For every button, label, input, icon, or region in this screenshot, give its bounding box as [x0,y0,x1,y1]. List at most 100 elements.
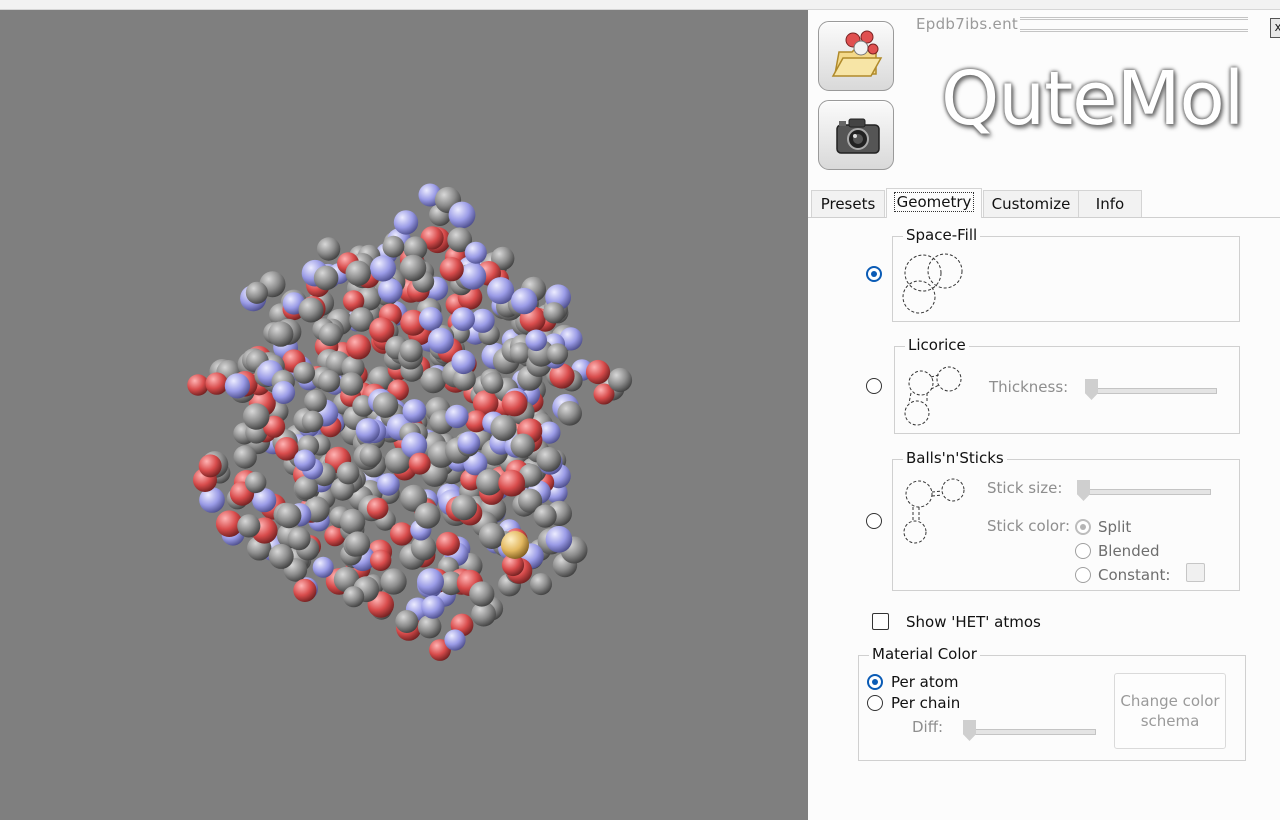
oxygen-atom [293,578,317,603]
close-button[interactable]: x [1270,18,1280,38]
carbon-atom [268,321,294,347]
carbon-atom [414,502,441,529]
oxygen-atom [439,257,464,282]
nitrogen-atom [451,349,476,375]
licorice-group: Licorice Thickness: [894,336,1240,434]
stick-color-split-radio[interactable] [1075,519,1091,535]
per-atom-label: Per atom [891,673,959,691]
window-top-strip [0,0,1280,10]
carbon-atom [382,235,405,258]
per-atom-radio[interactable] [867,674,883,690]
nitrogen-atom [445,404,469,429]
carbon-atom [372,392,399,418]
app-logo: QuteMol [941,56,1244,142]
oxygen-atom [436,531,460,556]
oxygen-atom [370,549,392,571]
per-chain-radio[interactable] [867,695,883,711]
tab-customize[interactable]: Customize [983,190,1079,217]
tab-info-label: Info [1095,195,1125,213]
carbon-atom [533,504,557,528]
licorice-radio[interactable] [866,378,882,394]
show-het-checkbox[interactable] [872,613,889,630]
nitrogen-atom [293,449,316,472]
file-name: Epdb7ibs.ent [916,15,1019,33]
balls-sticks-preview-icon [903,478,965,544]
nitrogen-atom [393,210,419,235]
nitrogen-atom [418,307,443,331]
control-panel: Epdb7ibs.ent x QuteMol Presets Geometry … [808,10,1280,820]
stick-size-slider[interactable] [1077,480,1090,501]
change-color-schema-button[interactable]: Change color schema [1114,673,1226,749]
sulfur-atom [501,531,529,559]
oxygen-atom [198,454,222,478]
nitrogen-atom [224,373,250,399]
carbon-atom [399,339,423,363]
stick-color-split-label: Split [1098,518,1132,536]
stick-color-constant-radio[interactable] [1075,567,1091,583]
carbon-atom [245,471,267,494]
nitrogen-atom [355,418,380,443]
molecule-atoms [187,183,633,661]
carbon-atom [313,265,339,291]
thickness-slider[interactable] [1085,379,1098,400]
oxygen-atom [346,334,371,360]
space-fill-radio[interactable] [866,266,882,282]
carbon-atom [451,494,478,521]
tab-presets[interactable]: Presets [811,190,885,217]
title-grip-lines [1020,17,1248,32]
space-fill-group: Space-Fill [892,226,1240,322]
carbon-atom [399,254,427,282]
tab-customize-label: Customize [991,195,1071,213]
constant-color-swatch[interactable] [1186,563,1205,582]
nitrogen-atom [457,431,481,455]
open-molecule-icon [831,30,883,77]
carbon-atom [469,581,495,607]
nitrogen-atom [511,287,538,315]
change-color-schema-label: Change color schema [1120,691,1220,731]
tab-bar: Presets Geometry Customize Info [808,188,1280,218]
balls-sticks-radio[interactable] [866,513,882,529]
oxygen-atom [205,372,228,395]
show-het-label: Show 'HET' atmos [906,613,1041,631]
diff-label: Diff: [912,718,944,736]
carbon-atom [317,370,341,393]
nitrogen-atom [525,329,547,352]
nitrogen-atom [464,241,487,264]
carbon-atom [380,568,407,595]
carbon-atom [546,343,569,365]
space-fill-preview-icon [902,253,963,314]
tab-info[interactable]: Info [1078,190,1142,217]
molecule-render [187,183,633,661]
molecule-viewport[interactable] [0,10,808,820]
licorice-title: Licorice [905,336,969,354]
snapshot-button[interactable] [818,100,894,170]
tab-geometry[interactable]: Geometry [886,188,982,218]
carbon-atom [607,367,633,393]
carbon-atom [304,389,327,413]
carbon-atom [242,403,270,430]
open-file-button[interactable] [818,21,894,91]
carbon-atom [237,514,261,538]
stick-color-blended-label: Blended [1098,542,1160,560]
per-chain-label: Per chain [891,694,961,712]
diff-slider-track [966,729,1096,735]
carbon-atom [345,531,371,557]
carbon-atom [233,445,257,469]
stick-color-blended-radio[interactable] [1075,543,1091,559]
nitrogen-atom [417,568,444,596]
balls-sticks-group: Balls'n'Sticks Stick size: Stick color: … [892,449,1240,591]
carbon-atom [316,237,341,261]
balls-sticks-title: Balls'n'Sticks [903,449,1007,467]
nitrogen-atom [545,526,573,553]
carbon-atom [420,367,447,394]
licorice-preview-icon [904,366,962,426]
nitrogen-atom [448,201,476,229]
carbon-atom [301,410,324,433]
oxygen-atom [501,390,528,417]
oxygen-atom [408,452,431,475]
nitrogen-atom [451,307,475,331]
carbon-atom [557,401,582,426]
carbon-atom [536,447,562,472]
carbon-atom [395,610,419,633]
nitrogen-atom [444,629,466,651]
